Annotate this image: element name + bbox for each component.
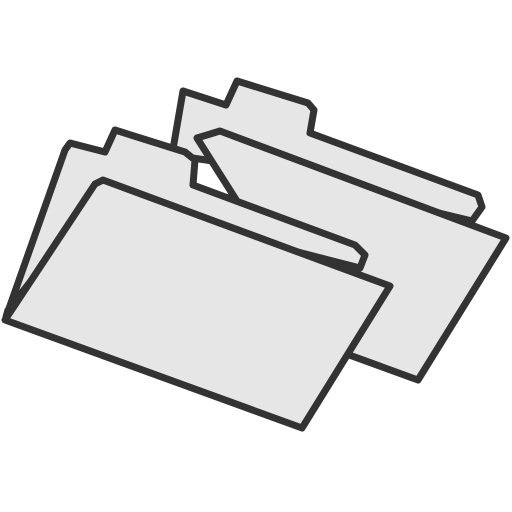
icon-canvas: [0, 0, 512, 512]
folders-icon: [1, 77, 510, 432]
